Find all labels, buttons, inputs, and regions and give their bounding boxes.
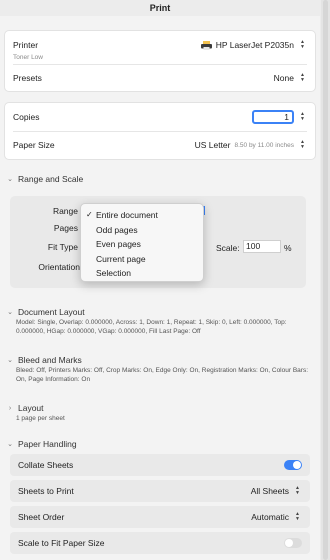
printer-row[interactable]: Printer HP LaserJet P2035n ▲ ▼: [13, 37, 307, 53]
presets-row[interactable]: Presets None ▲ ▼: [13, 70, 307, 86]
bleed-marks-summary: Bleed: Off, Printers Marks: Off, Crop Ma…: [16, 367, 308, 383]
stepper-icon[interactable]: ▲ ▼: [293, 512, 302, 523]
scale-to-fit-row: Scale to Fit Paper Size: [10, 532, 310, 554]
scale-label: Scale:: [216, 243, 240, 253]
chevron-down-icon: ⌄: [7, 176, 13, 183]
scale-unit: %: [284, 243, 292, 253]
chevron-right-icon: ›: [8, 404, 12, 412]
divider: [13, 64, 307, 65]
paper-handling-title: Paper Handling: [18, 439, 77, 449]
document-layout-summary: Model: Single, Overlap: 0.000000, Across…: [16, 319, 287, 335]
bleed-marks-header[interactable]: ⌄ Bleed and Marks: [6, 355, 82, 365]
menu-item-odd-pages[interactable]: Odd pages: [81, 223, 203, 238]
menu-item-even-pages[interactable]: Even pages: [81, 237, 203, 252]
range-scale-header[interactable]: ⌄ Range and Scale: [6, 174, 83, 184]
sheet-order-label: Sheet Order: [18, 512, 65, 522]
stepper-icon[interactable]: ▲ ▼: [298, 140, 307, 151]
chevron-down-icon: ⌄: [7, 357, 13, 364]
paper-size-label: Paper Size: [13, 140, 55, 150]
printer-label: Printer: [13, 40, 39, 50]
stepper-icon[interactable]: ▲ ▼: [298, 40, 307, 51]
printer-value[interactable]: HP LaserJet P2035n: [216, 40, 294, 50]
sheets-to-print-value[interactable]: All Sheets: [251, 486, 289, 496]
range-popup-menu[interactable]: ✓ Entire document Odd pages Even pages C…: [80, 203, 204, 282]
layout-title: Layout: [18, 403, 44, 413]
collate-toggle[interactable]: [284, 460, 302, 470]
bleed-marks-title: Bleed and Marks: [18, 355, 82, 365]
sheet-order-row[interactable]: Sheet Order Automatic ▲ ▼: [10, 506, 310, 528]
stepper-icon[interactable]: ▲ ▼: [298, 73, 307, 84]
scale-to-fit-toggle[interactable]: [284, 538, 302, 548]
printer-icon: [200, 40, 212, 50]
paper-size-row[interactable]: Paper Size US Letter 8.50 by 11.00 inche…: [13, 137, 307, 153]
collate-row: Collate Sheets: [10, 454, 310, 476]
scale-input[interactable]: 100: [243, 240, 281, 253]
printer-status: Toner Low: [13, 54, 43, 61]
scrollbar[interactable]: [321, 0, 330, 560]
printer-card: Printer HP LaserJet P2035n ▲ ▼ Toner Low …: [4, 30, 316, 92]
layout-header[interactable]: › Layout: [6, 403, 44, 413]
copies-row: Copies 1 ▲ ▼: [13, 109, 307, 125]
document-layout-header[interactable]: ⌄ Document Layout: [6, 307, 85, 317]
print-sheet: Printer HP LaserJet P2035n ▲ ▼ Toner Low …: [0, 16, 320, 560]
paper-handling-panel: Collate Sheets Sheets to Print All Sheet…: [10, 454, 310, 554]
paper-size-value[interactable]: US Letter: [195, 140, 231, 150]
range-scale-title: Range and Scale: [18, 174, 84, 184]
copies-label: Copies: [13, 112, 40, 122]
chevron-down-icon: ⌄: [7, 441, 13, 448]
stepper-icon[interactable]: ▲ ▼: [293, 486, 302, 497]
fit-type-label: Fit Type: [47, 242, 78, 252]
window-title: Print: [149, 3, 171, 13]
scrollbar-thumb[interactable]: [323, 0, 328, 560]
collate-label: Collate Sheets: [18, 460, 74, 470]
chevron-down-icon: ⌄: [7, 309, 13, 316]
copies-input[interactable]: 1: [252, 110, 294, 124]
menu-item-current-page[interactable]: Current page: [81, 252, 203, 267]
paper-handling-header[interactable]: ⌄ Paper Handling: [6, 439, 77, 449]
divider: [13, 131, 307, 132]
sheet-order-value[interactable]: Automatic: [251, 512, 289, 522]
orientation-label: Orientation: [38, 262, 80, 272]
document-layout-title: Document Layout: [18, 307, 85, 317]
sheets-to-print-label: Sheets to Print: [18, 486, 74, 496]
paper-size-dims: 8.50 by 11.00 inches: [234, 141, 294, 149]
sheets-to-print-row[interactable]: Sheets to Print All Sheets ▲ ▼: [10, 480, 310, 502]
pages-label: Pages: [53, 223, 78, 233]
stepper-icon[interactable]: ▲ ▼: [298, 112, 307, 123]
layout-summary: 1 page per sheet: [16, 415, 65, 422]
menu-item-selection[interactable]: Selection: [81, 266, 203, 281]
presets-value[interactable]: None: [274, 73, 294, 83]
range-label: Range: [52, 206, 78, 216]
checkmark-icon: ✓: [86, 210, 93, 219]
presets-label: Presets: [13, 73, 42, 83]
scale-to-fit-label: Scale to Fit Paper Size: [18, 538, 105, 548]
menu-item-entire-document[interactable]: ✓ Entire document: [81, 208, 203, 223]
copies-card: Copies 1 ▲ ▼ Paper Size US Letter 8.50 by…: [4, 102, 316, 160]
